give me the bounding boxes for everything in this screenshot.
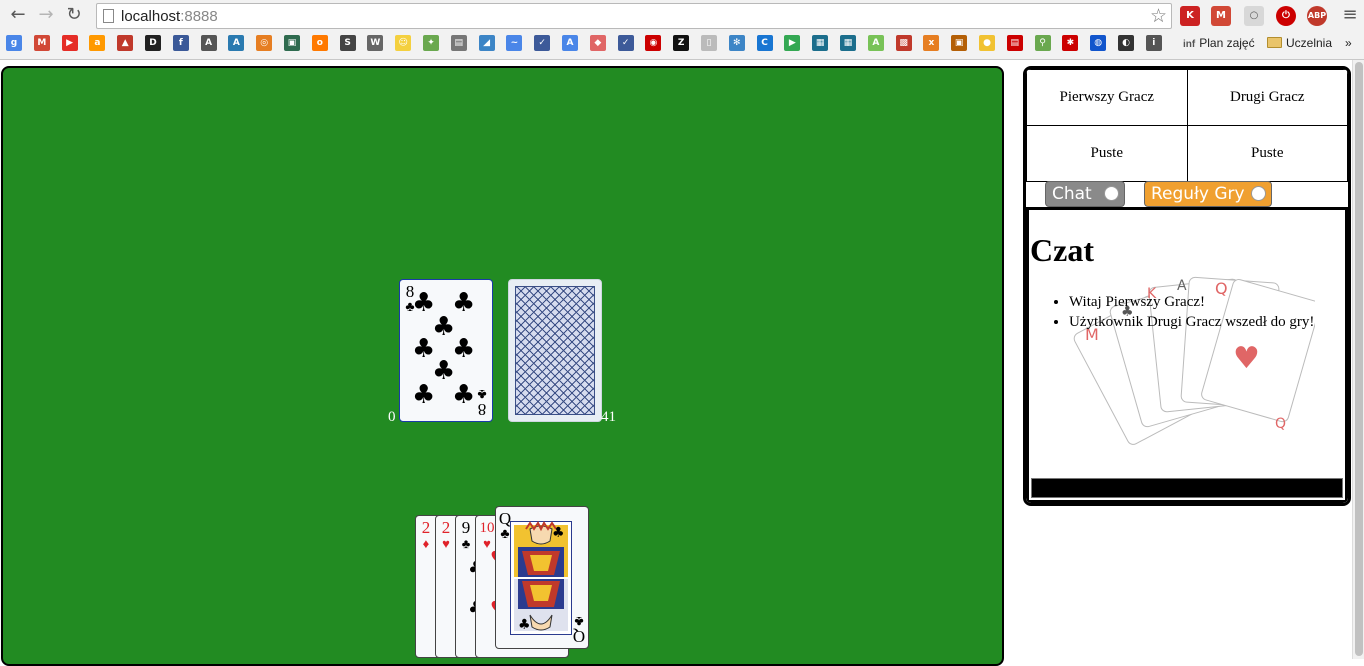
- rules-tab-label: Reguły Gry: [1151, 184, 1245, 204]
- chat-panel: M ♣ K A Q ♥ Q Czat Witaj Pierwszy Gracz!…: [1026, 207, 1348, 503]
- players-table: Pierwszy Gracz Drugi Gracz Puste Puste: [1026, 69, 1348, 182]
- svg-text:♣: ♣: [552, 525, 565, 541]
- game-table: 8♣ ♣ ♣ ♣ ♣ ♣ ♣ ♣ ♣ 8♣ 0 41 2♦ 2♥ 9♣ ♣ ♣ …: [1, 66, 1004, 666]
- bookmark-c-icon[interactable]: C: [756, 35, 773, 51]
- bookmark-red2-icon[interactable]: ▤: [1006, 35, 1023, 51]
- bookmark-green-icon[interactable]: ▣: [284, 35, 300, 51]
- forward-arrow-icon[interactable]: →: [34, 4, 58, 26]
- google-plus-icon[interactable]: g: [6, 35, 22, 51]
- bookmark-blue-icon[interactable]: ◢: [478, 35, 495, 51]
- player-one-name: Pierwszy Gracz: [1026, 69, 1188, 126]
- chat-input[interactable]: [1031, 478, 1343, 498]
- extension-k-icon[interactable]: K: [1180, 6, 1200, 26]
- chat-tab-button[interactable]: Chat: [1045, 181, 1125, 207]
- chat-messages: Witaj Pierwszy Gracz! Użytkownik Drugi G…: [1069, 292, 1314, 332]
- bookmark-red-icon[interactable]: ▲: [117, 35, 134, 51]
- bookmarks-more-button[interactable]: »: [1345, 35, 1352, 51]
- scrollbar-thumb[interactable]: [1355, 62, 1363, 656]
- player-one-slot: Puste: [1026, 125, 1188, 182]
- address-bar[interactable]: localhost:8888 ☆: [96, 3, 1172, 29]
- bookmark-target-icon[interactable]: ◉: [645, 35, 662, 51]
- bookmark-image-icon[interactable]: ▤: [450, 35, 467, 51]
- bookmark-bird-icon[interactable]: ⚲: [1034, 35, 1051, 51]
- svg-text:♣: ♣: [518, 617, 531, 633]
- chat-tab-label: Chat: [1052, 184, 1092, 204]
- android-icon[interactable]: A: [867, 35, 884, 51]
- game-sidebar: Pierwszy Gracz Drugi Gracz Puste Puste C…: [1023, 66, 1351, 506]
- bookmark-inf-icon[interactable]: i: [1145, 35, 1162, 51]
- hand-card-queen[interactable]: Q ♣ ♣ ♣ Q ♣: [495, 506, 589, 649]
- reload-icon[interactable]: ↻: [62, 4, 86, 26]
- wikipedia-icon[interactable]: W: [367, 35, 384, 51]
- card-corner-bottom: 8 ♣: [477, 386, 487, 419]
- bookmark-star-icon[interactable]: ☆: [1150, 5, 1167, 27]
- maps-icon[interactable]: ✦: [423, 35, 439, 51]
- bookmark-dark-icon[interactable]: D: [145, 35, 161, 51]
- bookmark-blue2-icon[interactable]: ◍: [1090, 35, 1107, 51]
- page-icon: [103, 9, 114, 23]
- bookmark-diamond-icon[interactable]: ◆: [589, 35, 606, 51]
- player-two-slot: Puste: [1186, 125, 1348, 182]
- club-pip-icon: ♣: [452, 288, 476, 318]
- bookmark-als-icon[interactable]: A: [200, 35, 217, 51]
- facebook-icon[interactable]: f: [172, 35, 189, 51]
- github-icon[interactable]: ◐: [1118, 35, 1134, 51]
- gmail-icon[interactable]: M: [33, 35, 50, 51]
- menu-icon[interactable]: ≡: [1338, 4, 1362, 26]
- bookmark-circle-icon[interactable]: ●: [979, 35, 995, 51]
- globe-icon: [1251, 186, 1266, 201]
- smiley-icon[interactable]: ☺: [395, 35, 412, 51]
- card-back-pattern: [515, 286, 595, 415]
- svg-text:Q: Q: [1275, 416, 1286, 432]
- globe-icon: [1104, 186, 1119, 201]
- discard-pile-card[interactable]: 8 ♣ ♣ ♣ ♣ ♣ ♣ ♣ ♣ ♣ 8 ♣: [399, 279, 493, 422]
- svg-text:♥: ♥: [1233, 341, 1260, 376]
- youtube-icon[interactable]: ▶: [61, 35, 78, 51]
- club-pip-icon: ♣: [412, 380, 436, 410]
- bookmark-people-icon[interactable]: ✻: [728, 35, 745, 51]
- orange-icon[interactable]: o: [311, 35, 328, 51]
- club-pip-icon: ♣: [452, 334, 476, 364]
- amazon-icon[interactable]: a: [89, 35, 106, 51]
- discard-count: 0: [388, 409, 396, 425]
- bookmark-page-icon[interactable]: ▯: [701, 35, 717, 51]
- bookmark-teal-icon[interactable]: ▦: [812, 35, 829, 51]
- rules-tab-button[interactable]: Reguły Gry: [1144, 181, 1272, 207]
- player-two-name: Drugi Gracz: [1186, 69, 1348, 126]
- bookmark-dark-orange-icon[interactable]: ▣: [951, 35, 968, 51]
- bookmark-z-icon[interactable]: Z: [673, 35, 690, 51]
- extension-search-icon[interactable]: ○: [1244, 6, 1264, 26]
- bookmark-grid-icon[interactable]: ▩: [895, 35, 912, 51]
- extension-power-icon[interactable]: ⏻: [1276, 6, 1296, 26]
- club-pip-icon: ♣: [452, 380, 476, 410]
- draw-deck[interactable]: [508, 279, 602, 422]
- bookmark-check2-icon[interactable]: ✓: [617, 35, 634, 51]
- gmail-extension-icon[interactable]: M: [1211, 6, 1231, 26]
- bookmark-wave-icon[interactable]: ~: [506, 35, 523, 51]
- back-arrow-icon[interactable]: ←: [6, 4, 30, 26]
- bookmark-a3-icon[interactable]: A: [228, 35, 245, 51]
- bookmark-orange-icon[interactable]: ◎: [256, 35, 273, 51]
- adblock-plus-icon[interactable]: ABP: [1307, 6, 1327, 26]
- url-text: localhost:8888: [121, 8, 218, 25]
- browser-chrome: ← → ↻ localhost:8888 ☆ K M ○ ⏻ ABP ≡ g M ▶…: [0, 0, 1364, 60]
- bookmark-s-icon[interactable]: S: [339, 35, 356, 51]
- deck-count: 41: [601, 409, 616, 425]
- bookmark-folder-uczelnia[interactable]: Uczelnia: [1267, 35, 1332, 51]
- play-store-icon[interactable]: ▶: [784, 35, 801, 51]
- chat-title: Czat: [1030, 232, 1094, 268]
- page-scrollbar[interactable]: [1352, 60, 1364, 659]
- xda-icon[interactable]: x: [923, 35, 940, 51]
- bookmark-red3-icon[interactable]: ✱: [1062, 35, 1079, 51]
- chat-message: Użytkownik Drugi Gracz wszedł do gry!: [1069, 312, 1314, 332]
- queen-face-art: ♣ ♣: [510, 521, 572, 635]
- chat-message: Witaj Pierwszy Gracz!: [1069, 292, 1314, 312]
- bookmarks-bar: g M ▶ a ▲ Df A A ◎ ▣ o S W ☺ ✦ ▤ ◢ ~ ✓ A ◆ ✓ ◉ Z ▯ ✻ C ▶ ▦ ▦ A ▩ x ▣ ● ▤ ⚲ ✱ ◍…: [0, 32, 1364, 54]
- folder-icon: [1267, 37, 1282, 48]
- bookmark-teal2-icon[interactable]: ▦: [840, 35, 856, 51]
- bookmark-plan-zajec[interactable]: inf Plan zajęć: [1183, 35, 1255, 53]
- translate-icon[interactable]: A: [562, 35, 578, 51]
- bookmark-check-icon[interactable]: ✓: [534, 35, 551, 51]
